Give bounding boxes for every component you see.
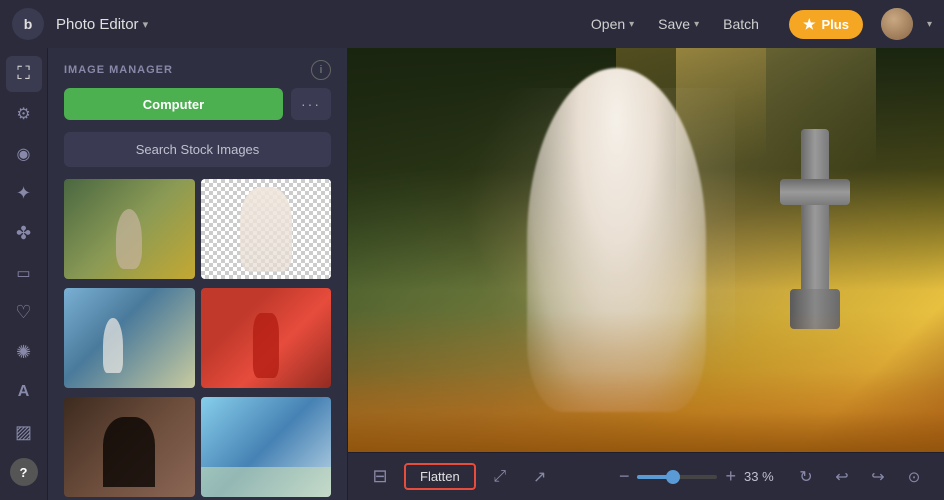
computer-button[interactable]: Computer	[64, 88, 283, 120]
avatar-button[interactable]	[881, 8, 913, 40]
thumbnail-3[interactable]	[64, 288, 195, 388]
export-icon: ↗	[533, 467, 546, 487]
resize-icon: ⤢	[493, 468, 506, 486]
zoom-minus-icon: −	[619, 466, 630, 487]
tool-sidebar: ⛶ ⚙ ◉ ✦ ✤ ▭ ♡ ✺ A ▨ ?	[0, 48, 48, 500]
canvas-area: ⊟ Flatten ⤢ ↗ − + 33 %	[348, 48, 944, 500]
app-title-text: Photo Editor	[56, 16, 139, 33]
main-canvas-image	[348, 48, 944, 452]
texture-icon: ▨	[15, 422, 32, 443]
header-nav: Open ▾ Save ▾ Batch	[581, 10, 769, 38]
effects-icon: ✺	[16, 342, 31, 363]
avatar	[881, 8, 913, 40]
search-stock-button[interactable]: Search Stock Images	[64, 132, 331, 167]
undo-icon: ↩	[835, 467, 848, 487]
sidebar-item-texture[interactable]: ▨	[6, 414, 42, 450]
cross-horizontal	[780, 179, 850, 205]
rect-icon: ▭	[16, 264, 30, 282]
avatar-chevron: ▾	[927, 19, 932, 30]
zoom-slider[interactable]	[637, 475, 717, 479]
sidebar-item-image-manager[interactable]: ⛶	[6, 56, 42, 92]
bottom-toolbar: ⊟ Flatten ⤢ ↗ − + 33 %	[348, 452, 944, 500]
image-grid	[48, 179, 347, 500]
flatten-button[interactable]: Flatten	[404, 463, 476, 490]
export-button[interactable]: ↗	[524, 461, 556, 493]
rotate-cw-icon: ↻	[799, 467, 812, 487]
nodes-icon: ✤	[16, 223, 31, 244]
plus-button[interactable]: ★ Plus	[789, 10, 863, 39]
thumbnail-1[interactable]	[64, 179, 195, 279]
sidebar-item-shape[interactable]: ▭	[6, 255, 42, 291]
zoom-out-button[interactable]: −	[619, 466, 630, 487]
history-icon: ⊙	[908, 468, 921, 486]
image-manager-panel: IMAGE MANAGER i Computer ··· Search Stoc…	[48, 48, 348, 500]
zoom-plus-icon: +	[725, 466, 736, 487]
panel-info-button[interactable]: i	[311, 60, 331, 80]
app-logo[interactable]: b	[12, 8, 44, 40]
text-icon: A	[18, 383, 30, 401]
canvas-wrapper[interactable]	[348, 48, 944, 452]
app-title-chevron: ▾	[143, 18, 149, 31]
header: b Photo Editor ▾ Open ▾ Save ▾ Batch ★ P…	[0, 0, 944, 48]
thumbnail-6[interactable]	[201, 397, 332, 497]
zoom-slider-thumb	[666, 470, 680, 484]
heart-icon: ♡	[15, 302, 31, 323]
star-icon: ★	[803, 16, 816, 33]
app-title-group[interactable]: Photo Editor ▾	[56, 16, 148, 33]
history-button[interactable]: ⊙	[900, 463, 928, 491]
image-manager-icon: ⛶	[17, 63, 30, 84]
thumbnail-5[interactable]	[64, 397, 195, 497]
undo-button[interactable]: ↩	[828, 463, 856, 491]
sidebar-item-star[interactable]: ✦	[6, 175, 42, 211]
zoom-in-button[interactable]: +	[725, 466, 736, 487]
leaves-overlay	[348, 311, 944, 452]
sidebar-item-adjustments[interactable]: ⚙	[6, 96, 42, 132]
zoom-value: 33 %	[744, 469, 784, 484]
stone-cross	[775, 129, 855, 329]
star-icon: ✦	[16, 183, 31, 204]
save-chevron: ▾	[694, 19, 699, 30]
adjustments-icon: ⚙	[16, 104, 30, 124]
sidebar-item-nodes[interactable]: ✤	[6, 215, 42, 251]
layers-icon: ⊟	[372, 466, 387, 487]
resize-button[interactable]: ⤢	[484, 461, 516, 493]
help-button[interactable]: ?	[10, 458, 38, 486]
redo-button[interactable]: ↪	[864, 463, 892, 491]
sidebar-item-view[interactable]: ◉	[6, 136, 42, 172]
thumbnail-4[interactable]	[201, 288, 332, 388]
sidebar-item-text[interactable]: A	[6, 375, 42, 411]
zoom-controls: − + 33 %	[619, 466, 784, 487]
open-button[interactable]: Open ▾	[581, 10, 644, 38]
rotate-cw-button[interactable]: ↻	[792, 463, 820, 491]
main-area: ⛶ ⚙ ◉ ✦ ✤ ▭ ♡ ✺ A ▨ ?	[0, 48, 944, 500]
panel-title: IMAGE MANAGER	[64, 64, 173, 76]
open-chevron: ▾	[629, 19, 634, 30]
panel-actions: Computer ···	[48, 88, 347, 132]
thumbnail-2[interactable]	[201, 179, 332, 279]
sidebar-item-heart[interactable]: ♡	[6, 295, 42, 331]
save-button[interactable]: Save ▾	[648, 10, 709, 38]
redo-icon: ↪	[871, 467, 884, 487]
sidebar-item-effects[interactable]: ✺	[6, 335, 42, 371]
more-button[interactable]: ···	[291, 88, 331, 120]
batch-button[interactable]: Batch	[713, 10, 769, 38]
layers-button[interactable]: ⊟	[364, 461, 396, 493]
eye-icon: ◉	[17, 144, 31, 164]
panel-header: IMAGE MANAGER i	[48, 48, 347, 88]
